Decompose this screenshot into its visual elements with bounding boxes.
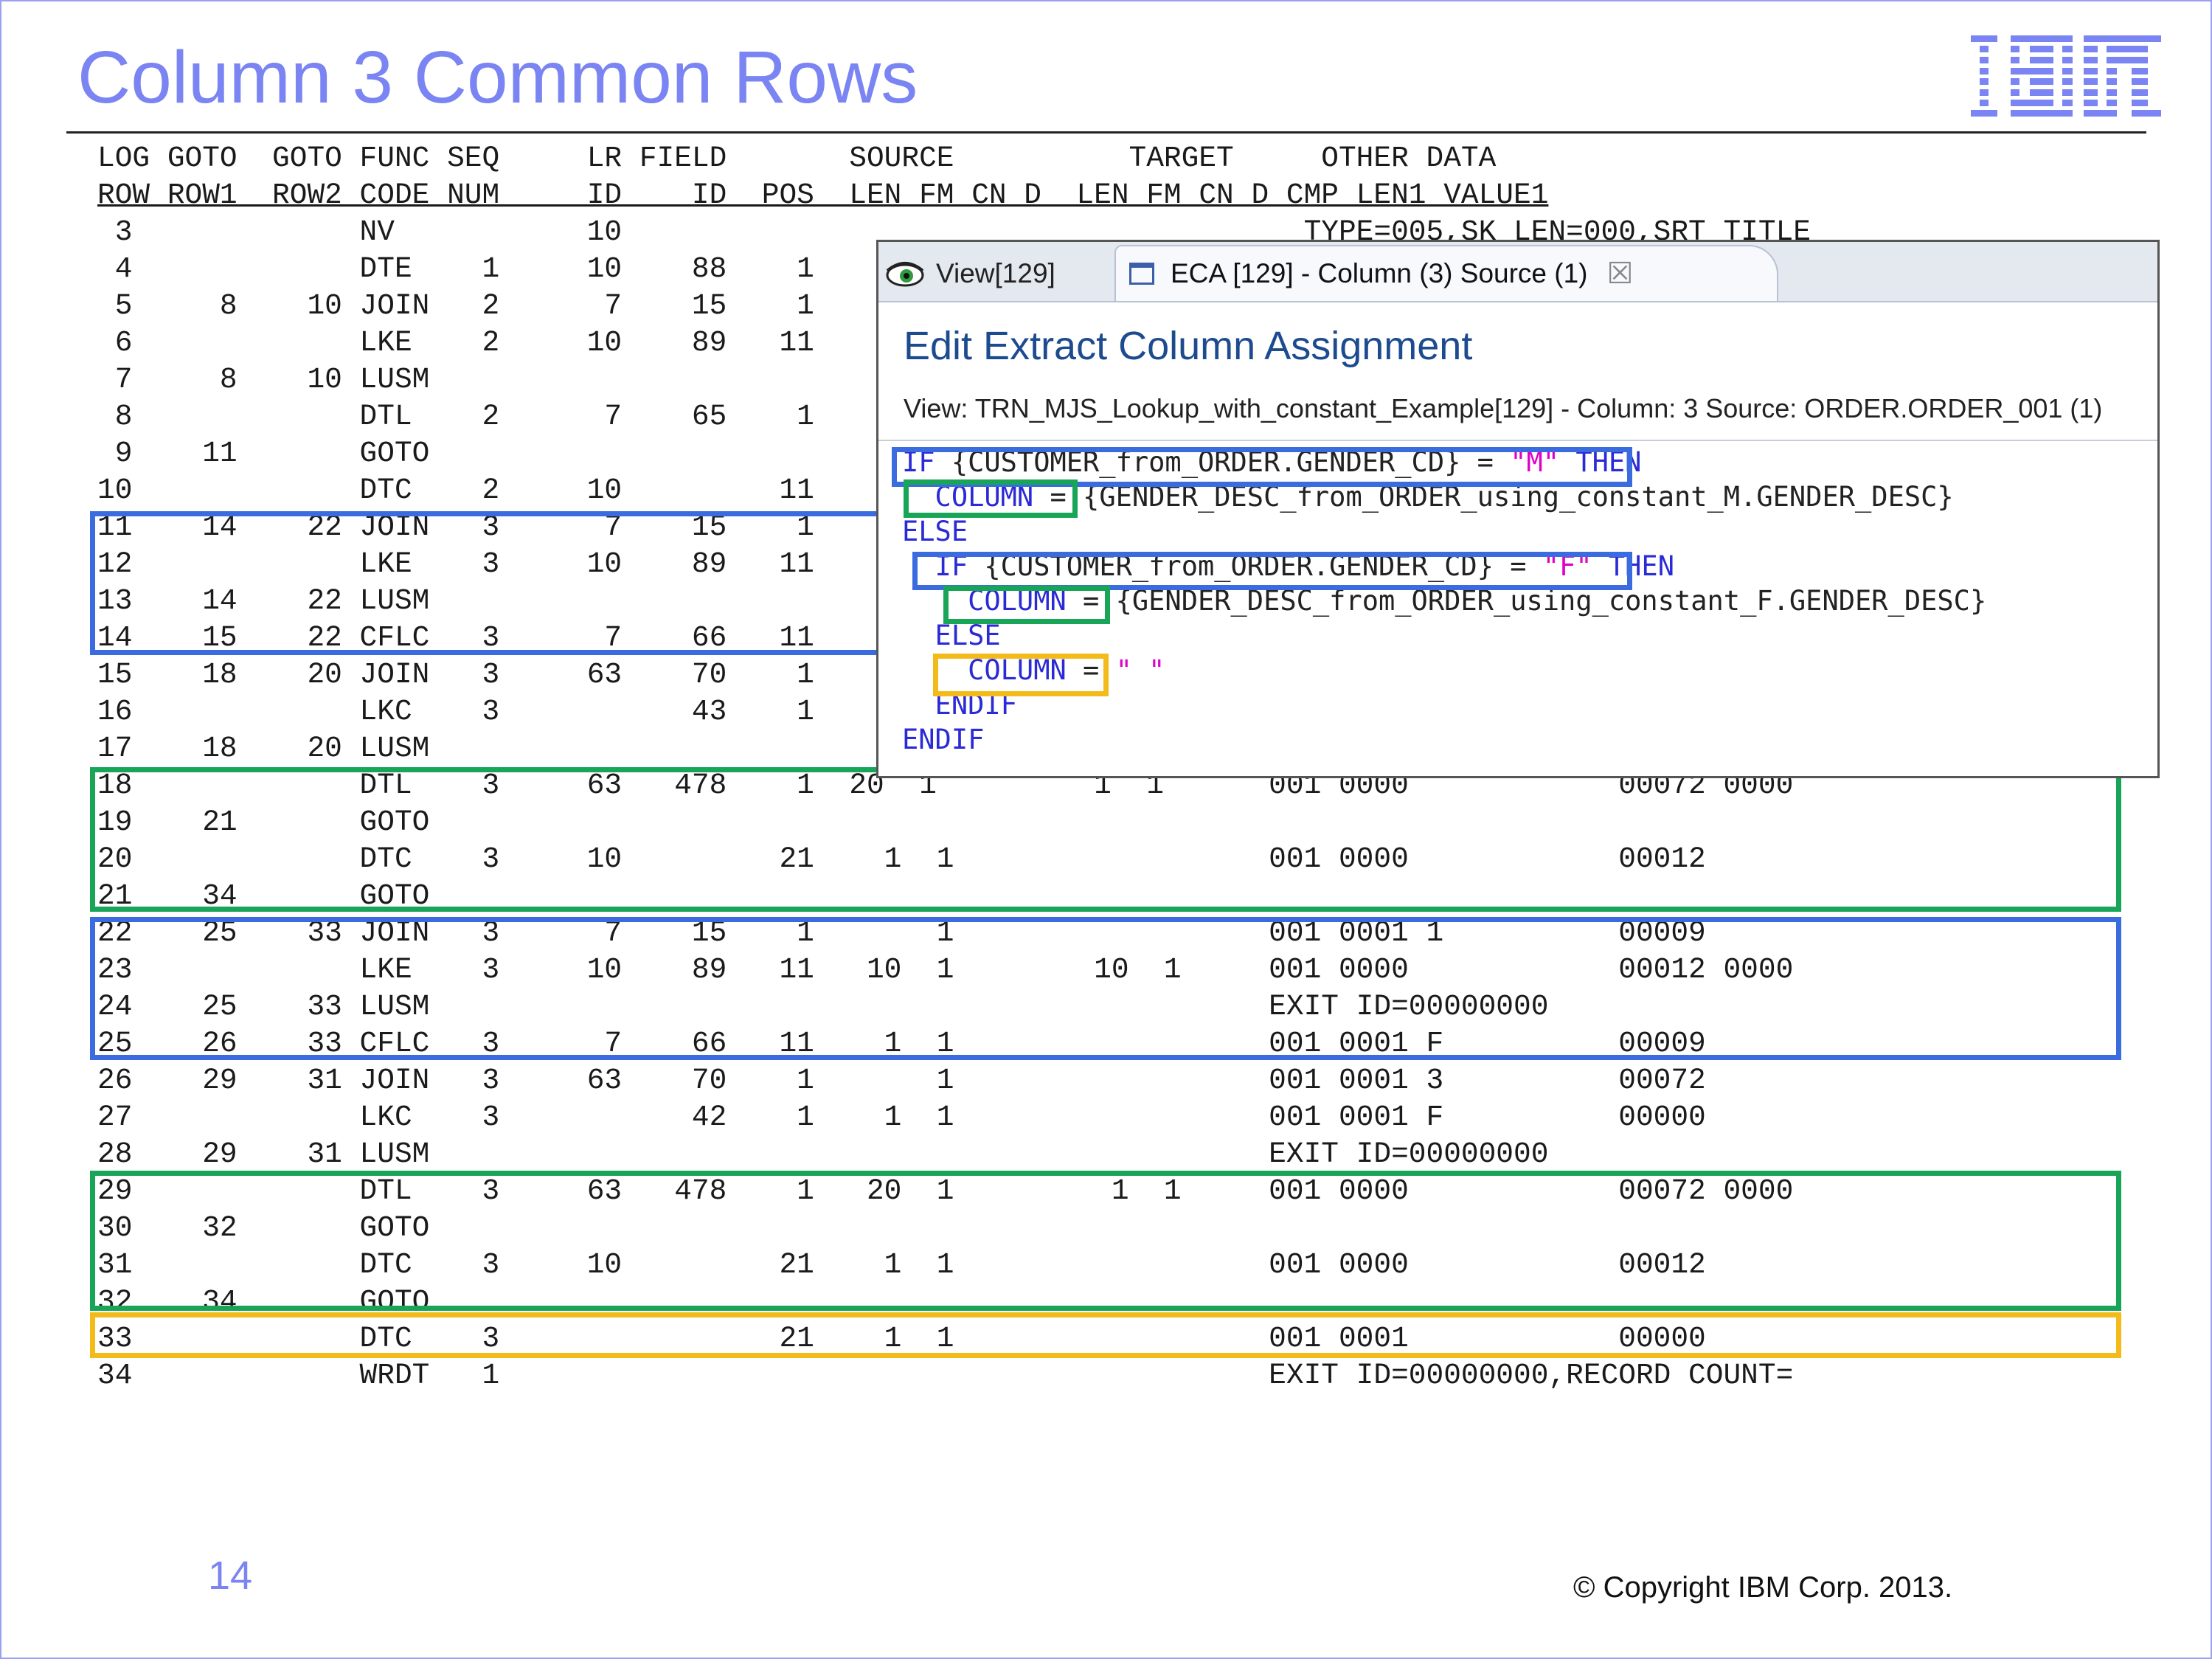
table-row: 4 DTE 1 10 88 1 [97, 252, 814, 285]
highlight-box-blue-if-f [912, 552, 1632, 590]
table-row: 26 29 31 JOIN 3 63 70 1 1 001 0001 3 000… [97, 1064, 1706, 1097]
table-row: 28 29 31 LUSM EXIT ID=00000000 [97, 1137, 1549, 1171]
table-row: 34 WRDT 1 EXIT ID=00000000,RECORD COUNT= [97, 1359, 1794, 1392]
highlight-box-blue-rows-11-14 [90, 511, 884, 655]
page-number: 14 [208, 1554, 253, 1598]
keyword-endif: ENDIF [902, 724, 985, 755]
tab-bar: View[129] ECA [129] - Column (3) Source … [878, 242, 2157, 302]
table-row: 6 LKE 2 10 89 11 [97, 326, 814, 359]
tab-eca-label: ECA [129] - Column (3) Source (1) [1171, 258, 1588, 288]
eca-divider [878, 440, 2157, 441]
highlight-box-yellow-column-3 [933, 654, 1109, 696]
highlight-box-green-rows-29-32 [90, 1171, 2121, 1311]
highlight-box-blue-rows-22-25 [90, 917, 2121, 1060]
eca-heading: Edit Extract Column Assignment [904, 324, 1473, 368]
string-literal: " " [1115, 654, 1165, 686]
table-row: 15 18 20 JOIN 3 63 70 1 [97, 658, 814, 691]
table-header-row-1: LOG GOTO GOTO FUNC SEQ LR FIELD SOURCE T… [97, 142, 1497, 175]
page-title: Column 3 Common Rows [77, 36, 918, 119]
table-header-row-2: ROW ROW1 ROW2 CODE NUM ID ID POS LEN FM … [97, 179, 1549, 212]
keyword-else: ELSE [902, 620, 1001, 651]
ibm-logo [1962, 35, 2161, 117]
tab-view[interactable]: View[129] [884, 248, 1106, 299]
copyright-notice: © Copyright IBM Corp. 2013. [1573, 1571, 1953, 1604]
table-row: 9 11 GOTO [97, 437, 430, 470]
highlight-box-green-rows-18-21 [90, 767, 2121, 912]
keyword-else: ELSE [902, 516, 968, 547]
table-row: 27 LKC 3 42 1 1 1 001 0001 F 00000 [97, 1101, 1706, 1134]
title-rule [66, 131, 2146, 134]
close-icon[interactable]: ☒ [1607, 257, 1634, 291]
table-row: 7 8 10 LUSM [97, 363, 430, 396]
table-row: 17 18 20 LUSM [97, 732, 430, 765]
tab-eca[interactable]: ECA [129] - Column (3) Source (1) ☒ [1114, 245, 1778, 301]
eca-popup-window: View[129] ECA [129] - Column (3) Source … [876, 240, 2160, 778]
highlight-box-green-column-1 [904, 479, 1078, 518]
eca-subtitle: View: TRN_MJS_Lookup_with_constant_Examp… [904, 393, 2103, 423]
highlight-box-yellow-row-33 [90, 1312, 2121, 1358]
tab-view-label: View[129] [936, 258, 1055, 288]
table-row: 10 DTC 2 10 11 [97, 474, 814, 507]
table-row: 16 LKC 3 43 1 [97, 695, 814, 728]
table-row: 8 DTL 2 7 65 1 [97, 400, 814, 433]
window-icon [1129, 263, 1154, 285]
eye-icon [886, 262, 924, 287]
highlight-box-green-column-2 [943, 586, 1110, 624]
table-row: 5 8 10 JOIN 2 7 15 1 [97, 289, 814, 322]
